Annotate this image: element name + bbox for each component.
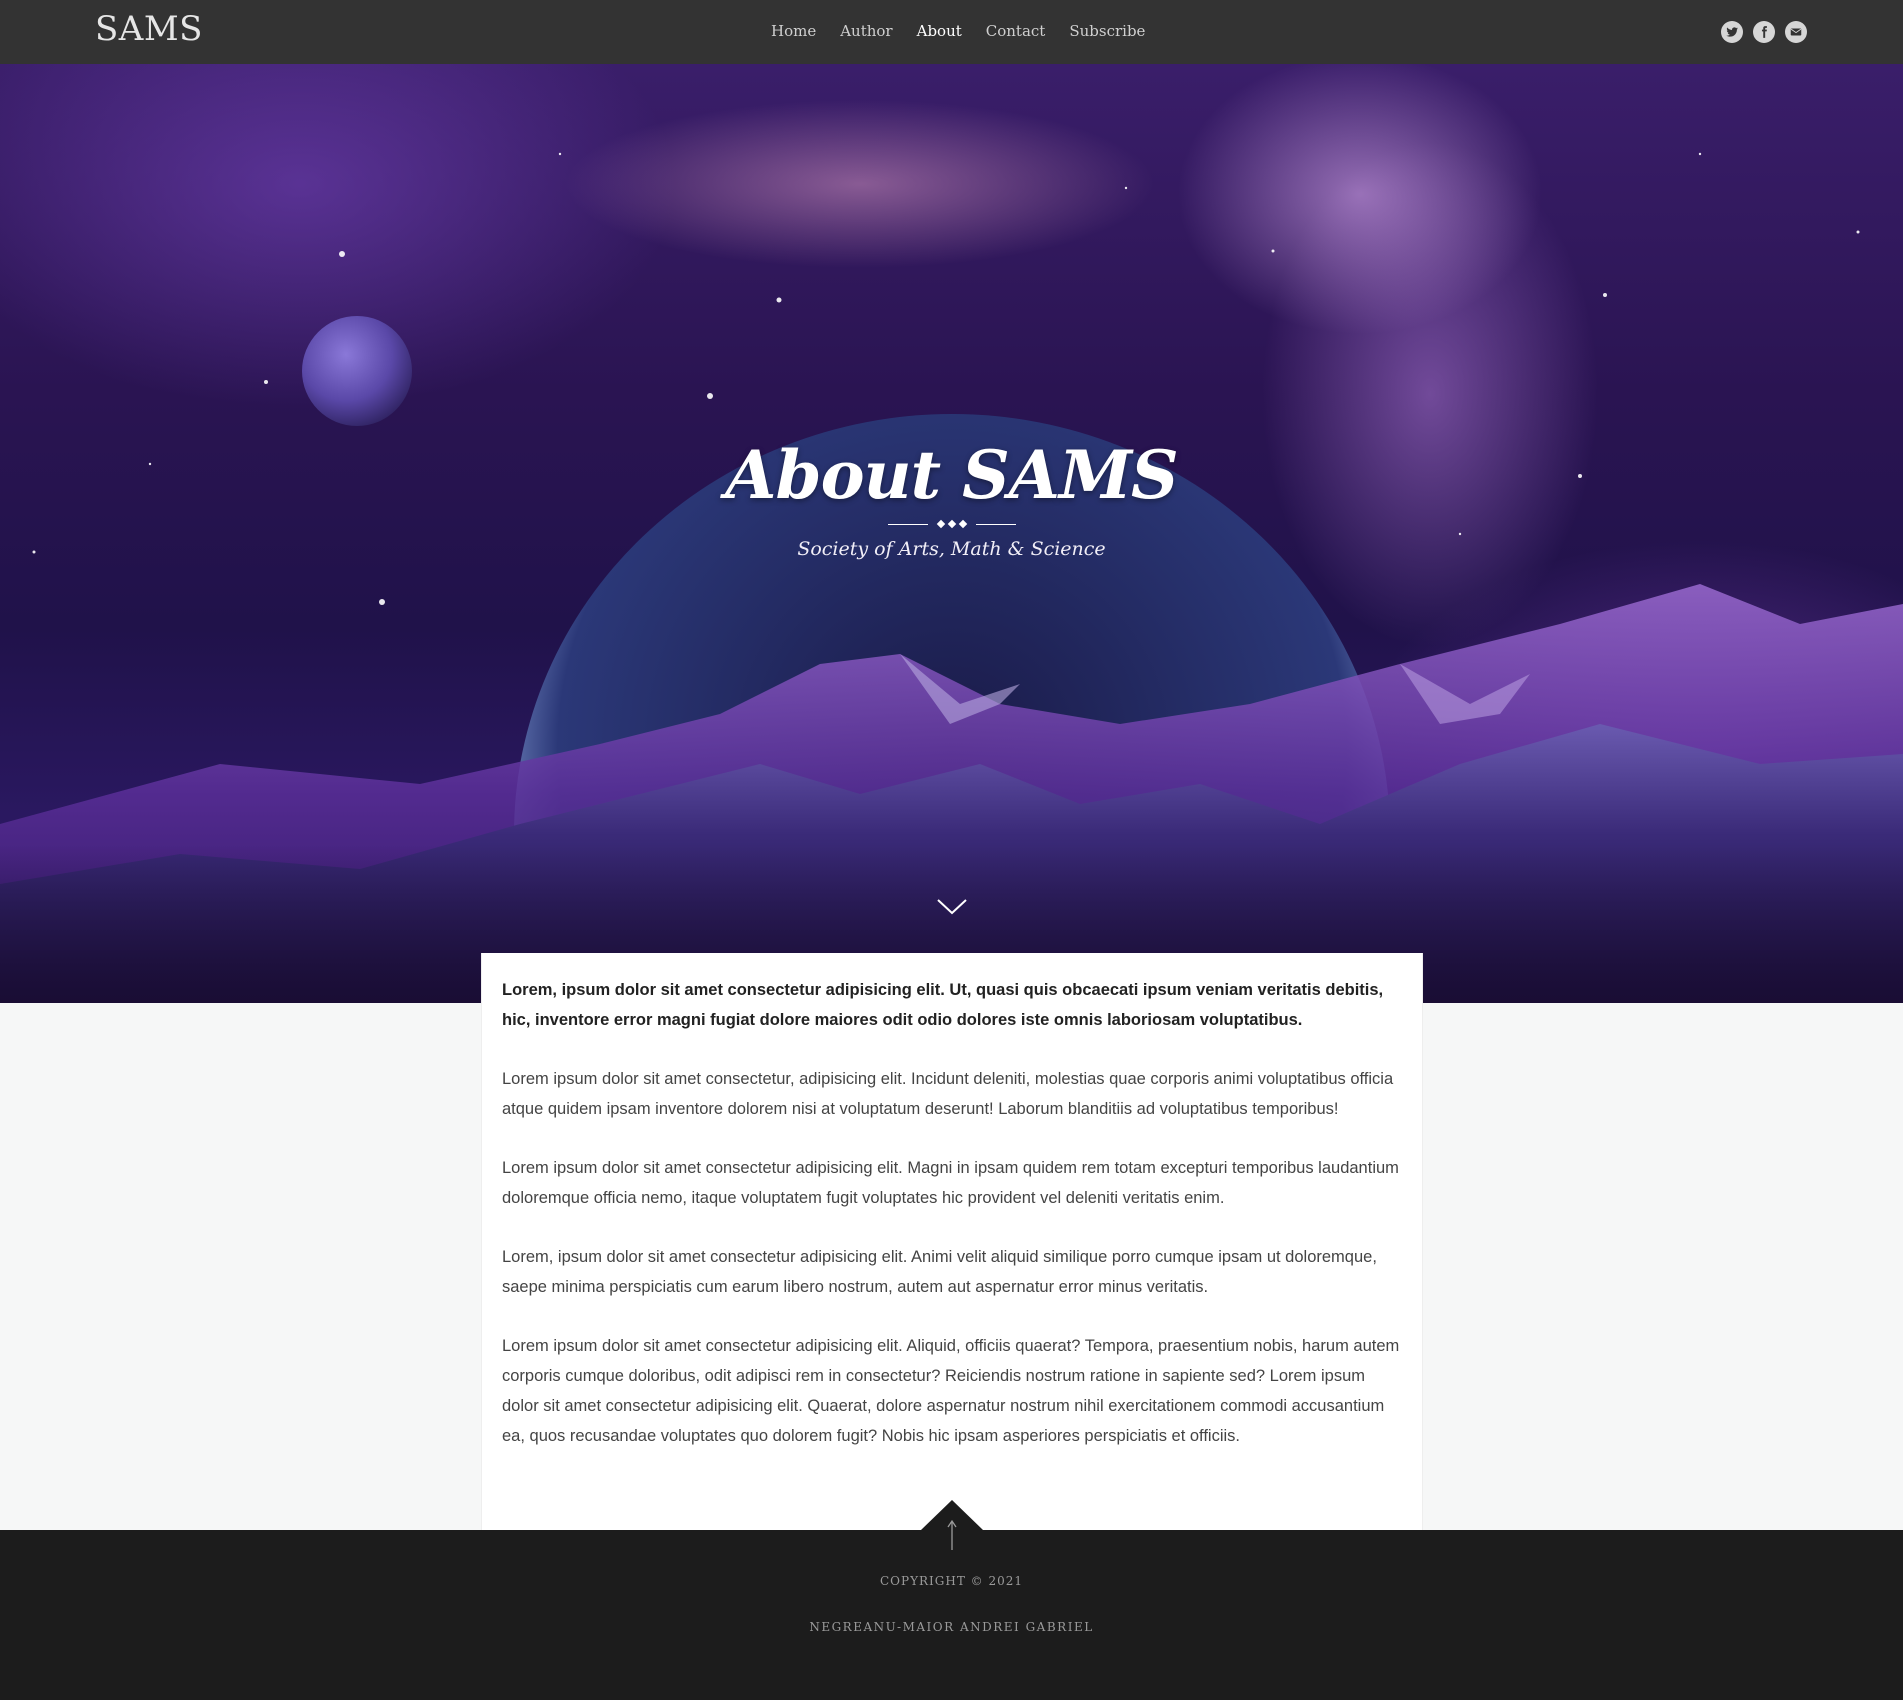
nav-link-subscribe[interactable]: Subscribe <box>1069 22 1145 40</box>
email-icon[interactable] <box>1785 21 1807 43</box>
body-paragraph: Lorem ipsum dolor sit amet consectetur, … <box>502 1070 1394 1118</box>
footer: COPYRIGHT © 2021 NEGREANU-MAIOR ANDREI G… <box>0 1500 1903 1700</box>
navbar: SAMS Home Author About Contact Subscribe <box>0 0 1903 64</box>
chevron-down-icon[interactable] <box>936 897 968 917</box>
body-paragraph: Lorem ipsum dolor sit amet consectetur a… <box>502 1159 1399 1207</box>
back-to-top-button[interactable] <box>921 1500 983 1570</box>
about-content-card: Lorem, ipsum dolor sit amet consectetur … <box>481 953 1423 1530</box>
page-subtitle: Society of Arts, Math & Science <box>797 538 1106 560</box>
main-nav: Home Author About Contact Subscribe <box>771 22 1145 40</box>
twitter-icon[interactable] <box>1721 21 1743 43</box>
hero-heading-block: About SAMS Society of Arts, Math & Scien… <box>0 436 1903 560</box>
facebook-icon[interactable] <box>1753 21 1775 43</box>
hero-banner: About SAMS Society of Arts, Math & Scien… <box>0 64 1903 1003</box>
nav-link-about[interactable]: About <box>917 22 962 40</box>
nav-link-author[interactable]: Author <box>840 22 892 40</box>
brand-logo[interactable]: SAMS <box>95 9 203 49</box>
arrow-up-icon <box>921 1500 983 1550</box>
page-title: About SAMS <box>725 436 1178 514</box>
nav-link-home[interactable]: Home <box>771 22 816 40</box>
lead-paragraph: Lorem, ipsum dolor sit amet consectetur … <box>502 981 1384 1029</box>
body-paragraph: Lorem ipsum dolor sit amet consectetur a… <box>502 1337 1400 1445</box>
social-links <box>1721 21 1807 43</box>
nav-link-contact[interactable]: Contact <box>986 22 1046 40</box>
author-credit: NEGREANU-MAIOR ANDREI GABRIEL <box>809 1620 1094 1634</box>
body-paragraph: Lorem, ipsum dolor sit amet consectetur … <box>502 1248 1377 1296</box>
copyright-text: COPYRIGHT © 2021 <box>879 1574 1023 1588</box>
title-divider <box>887 519 1016 530</box>
